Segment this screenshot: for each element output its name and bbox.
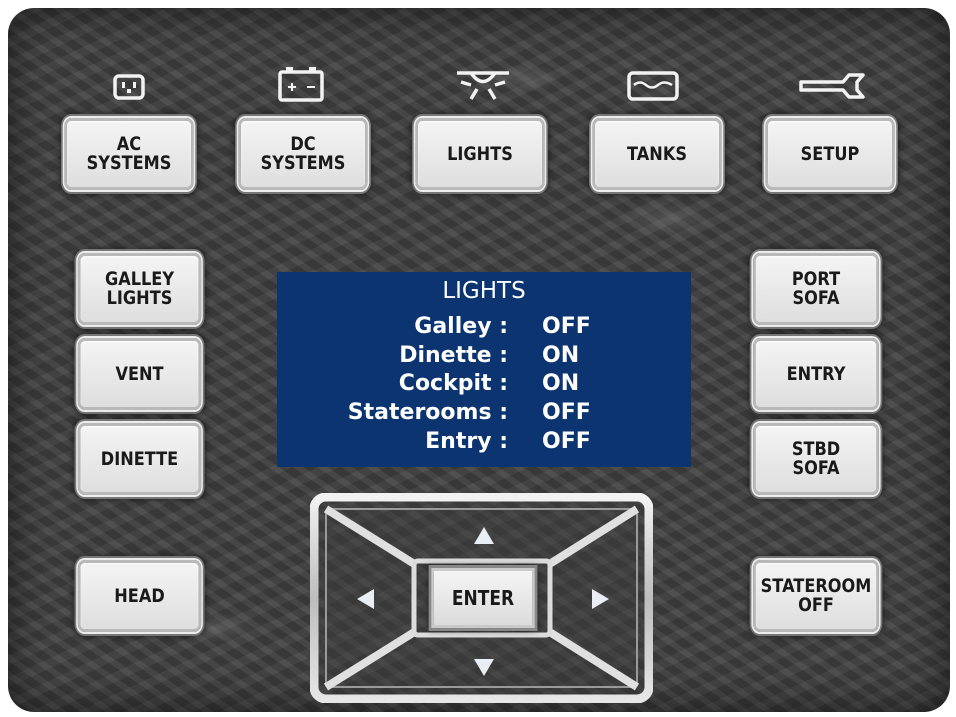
display-row: Staterooms : OFF: [277, 399, 691, 426]
stateroom-off-button[interactable]: STATEROOM OFF: [753, 560, 879, 632]
enter-button[interactable]: ENTER: [431, 568, 535, 628]
galley-lights-button[interactable]: GALLEY LIGHTS: [77, 253, 202, 325]
tank-icon: [624, 68, 682, 104]
nav-button-dc-systems[interactable]: DC SYSTEMS: [238, 118, 368, 190]
nav-button-tanks[interactable]: TANKS: [592, 118, 722, 190]
display-row-value: OFF: [542, 429, 591, 454]
down-arrow-icon[interactable]: [472, 655, 496, 679]
display-title: LIGHTS: [442, 278, 526, 304]
display-row-label: Staterooms :: [347, 400, 508, 425]
wrench-icon: [797, 68, 869, 104]
vent-button[interactable]: VENT: [77, 338, 202, 410]
ceiling-light-icon: [452, 66, 514, 104]
display-row: Galley : OFF: [277, 313, 691, 340]
up-arrow-icon[interactable]: [472, 524, 496, 548]
display-row-label: Entry :: [425, 429, 508, 454]
nav-button-setup[interactable]: SETUP: [765, 118, 895, 190]
display-row-label: Galley :: [414, 314, 508, 339]
button-label: STATEROOM OFF: [760, 575, 872, 616]
nav-button-label: LIGHTS: [447, 142, 513, 165]
display-row-label: Cockpit :: [398, 371, 508, 396]
display-row-value: ON: [542, 371, 580, 396]
display-row: Entry : OFF: [277, 428, 691, 455]
button-label: VENT: [115, 362, 164, 385]
left-arrow-icon[interactable]: [354, 587, 378, 611]
display-row-label: Dinette :: [399, 343, 508, 368]
button-label: HEAD: [114, 584, 165, 607]
nav-button-lights[interactable]: LIGHTS: [415, 118, 545, 190]
enter-button-label: ENTER: [451, 586, 515, 610]
port-sofa-button[interactable]: PORT SOFA: [753, 253, 879, 325]
button-label: PORT SOFA: [791, 268, 841, 309]
display-row-value: OFF: [542, 400, 591, 425]
stbd-sofa-button[interactable]: STBD SOFA: [753, 423, 879, 495]
display-row: Cockpit : ON: [277, 370, 691, 397]
status-display: LIGHTS Galley : OFF Dinette : ON Cockpit…: [277, 272, 691, 467]
battery-icon: [275, 64, 327, 104]
display-row-value: ON: [542, 343, 580, 368]
head-button[interactable]: HEAD: [77, 560, 202, 632]
display-row: Dinette : ON: [277, 342, 691, 369]
button-label: ENTRY: [786, 362, 846, 385]
button-label: GALLEY LIGHTS: [104, 268, 175, 309]
nav-button-ac-systems[interactable]: AC SYSTEMS: [64, 118, 194, 190]
entry-button[interactable]: ENTRY: [753, 338, 879, 410]
nav-button-label: TANKS: [627, 142, 687, 165]
nav-button-label: DC SYSTEMS: [260, 133, 346, 174]
nav-button-label: AC SYSTEMS: [86, 133, 172, 174]
button-label: STBD SOFA: [791, 438, 841, 479]
dinette-button[interactable]: DINETTE: [77, 423, 202, 495]
display-row-value: OFF: [542, 314, 591, 339]
right-arrow-icon[interactable]: [588, 587, 612, 611]
button-label: DINETTE: [100, 447, 179, 470]
outlet-icon: [109, 71, 149, 103]
nav-button-label: SETUP: [800, 142, 860, 165]
